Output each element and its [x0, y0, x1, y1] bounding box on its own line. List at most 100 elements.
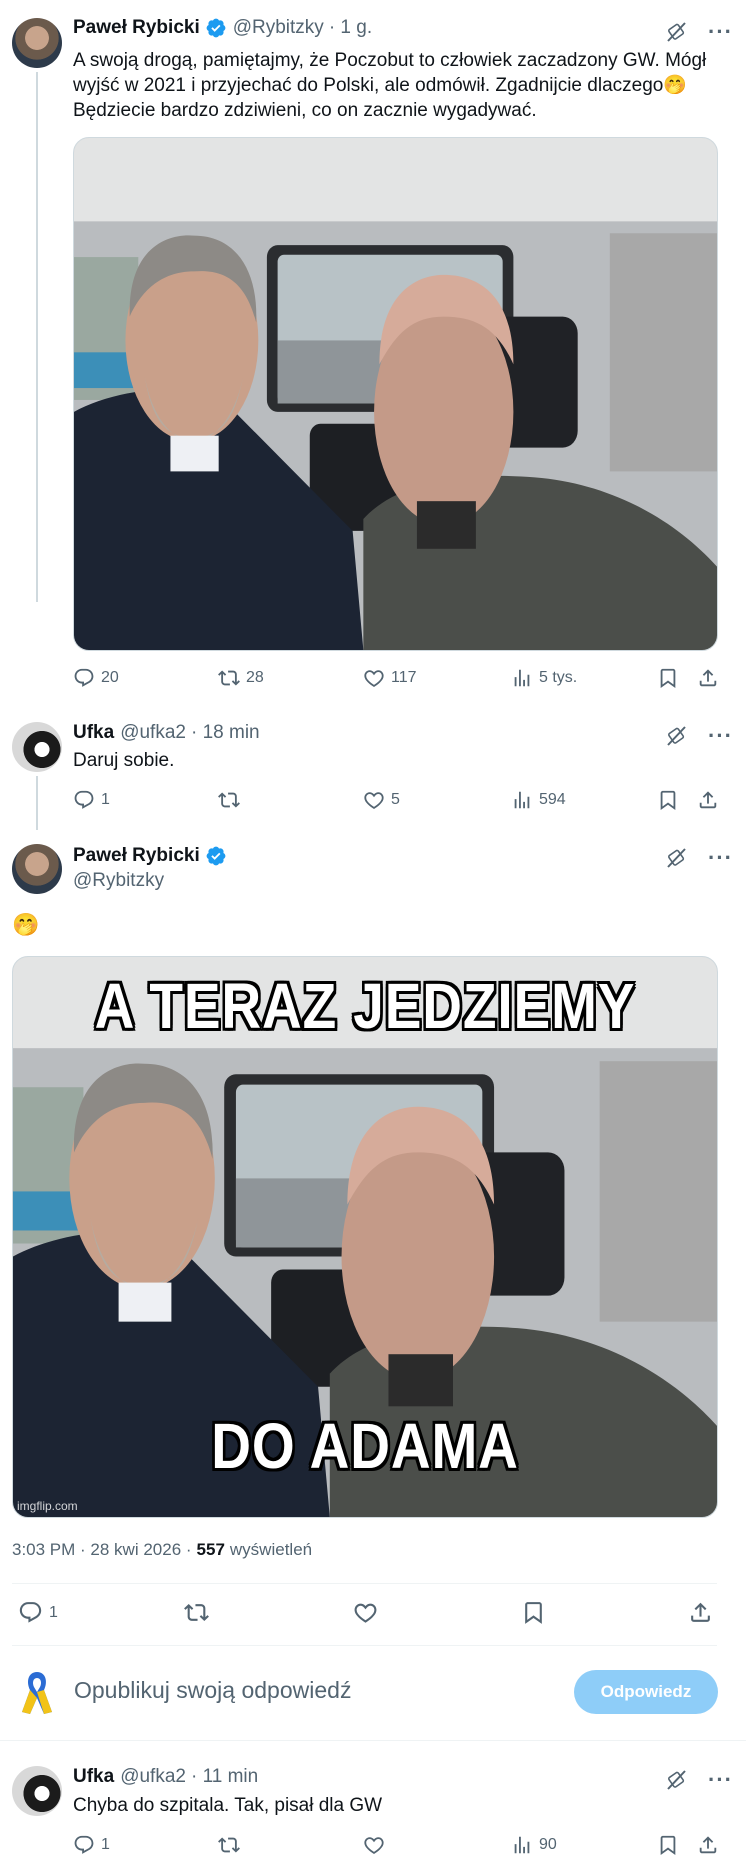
bookmark-button[interactable] — [657, 1834, 679, 1856]
share-button[interactable] — [697, 667, 719, 689]
reply-count: 20 — [101, 669, 119, 686]
tweet-header-actions: ··· — [664, 20, 733, 44]
views-label: wyświetleń — [229, 1540, 313, 1559]
avatar[interactable] — [12, 722, 62, 772]
repost-button[interactable]: 28 — [218, 667, 264, 689]
grok-icon[interactable] — [664, 20, 688, 44]
reply-icon — [73, 667, 95, 689]
tweet-text-line: wyjść w 2021 i przyjechać do Polski, ale… — [73, 75, 687, 96]
reply-button[interactable]: 20 — [73, 667, 119, 689]
grok-icon[interactable] — [664, 846, 688, 870]
tweet-photo[interactable] — [73, 137, 718, 651]
meme-image[interactable]: A TERAZ JEDZIEMY DO ADAMA imgflip.com — [12, 956, 718, 1518]
author-name[interactable]: Paweł Rybicki — [73, 17, 200, 39]
more-options-icon[interactable]: ··· — [708, 1769, 733, 1791]
grok-icon[interactable] — [664, 724, 688, 748]
like-button[interactable] — [353, 1600, 378, 1625]
tweet-header-actions: ··· — [664, 1768, 733, 1792]
author-handle[interactable]: @Rybitzky — [73, 870, 164, 892]
tweet-header: Paweł Rybicki — [73, 845, 233, 867]
share-button[interactable] — [697, 789, 719, 811]
tweet-text: A swoją drogą, pamiętajmy, że Poczobut t… — [73, 48, 723, 123]
like-icon — [363, 667, 385, 689]
more-options-icon[interactable]: ··· — [708, 725, 733, 747]
tweet-text-line: A swoją drogą, pamiętajmy, że Poczobut t… — [73, 50, 707, 71]
author-handle[interactable]: @ufka2 — [120, 722, 186, 744]
author-handle[interactable]: @Rybitzky — [233, 17, 324, 39]
more-options-icon[interactable]: ··· — [708, 847, 733, 869]
more-options-icon[interactable]: ··· — [708, 21, 733, 43]
like-button[interactable] — [363, 1834, 385, 1856]
tweet-header: Ufka @ufka2 · 18 min — [73, 722, 260, 744]
reply-count: 1 — [101, 791, 110, 808]
tweet-time[interactable]: · 11 min — [191, 1766, 258, 1788]
views-button[interactable]: 594 — [511, 789, 566, 811]
tweet-header: Paweł Rybicki @Rybitzky · 1 g. — [73, 17, 372, 39]
divider — [0, 1740, 746, 1741]
photo-image — [74, 138, 717, 650]
tweet-text: Daruj sobie. — [73, 750, 175, 771]
thread-line — [36, 776, 38, 830]
repost-icon — [218, 667, 240, 689]
bookmark-button[interactable] — [521, 1600, 546, 1625]
bookmark-icon — [657, 1834, 679, 1856]
like-icon — [353, 1600, 378, 1625]
bookmark-icon — [521, 1600, 546, 1625]
timestamp[interactable]: 3:03 PM · 28 kwi 2026 · — [12, 1540, 192, 1560]
repost-icon — [218, 789, 240, 811]
like-icon — [363, 1834, 385, 1856]
divider — [12, 1645, 717, 1646]
tweet-time[interactable]: · 1 g. — [329, 17, 372, 39]
view-count: 557 — [196, 1540, 225, 1559]
tweet-text: 🤭 — [12, 912, 40, 937]
like-count: 5 — [391, 791, 400, 808]
author-name[interactable]: Ufka — [73, 1766, 114, 1788]
bookmark-button[interactable] — [657, 667, 679, 689]
repost-button[interactable] — [218, 1834, 240, 1856]
watermark: imgflip.com — [17, 1499, 78, 1513]
views-icon — [511, 789, 533, 811]
share-button[interactable] — [697, 1834, 719, 1856]
reply-count: 1 — [49, 1603, 58, 1621]
share-icon — [697, 1834, 719, 1856]
like-button[interactable]: 5 — [363, 789, 400, 811]
reply-button[interactable]: 1 — [18, 1600, 58, 1625]
avatar[interactable] — [12, 18, 62, 68]
ukraine-ribbon-icon — [22, 1672, 52, 1714]
reply-count: 1 — [101, 1836, 110, 1853]
avatar[interactable] — [12, 1766, 62, 1816]
share-button[interactable] — [688, 1600, 713, 1625]
tweet-header-actions: ··· — [664, 724, 733, 748]
tweet-meta: 3:03 PM · 28 kwi 2026 · 557 wyświetleń — [12, 1540, 312, 1560]
timeline: Paweł Rybicki @Rybitzky · 1 g. ··· A swo… — [0, 0, 746, 1872]
meme-bottom-text: DO ADAMA — [211, 1410, 519, 1482]
reply-submit-button[interactable]: Odpowiedz — [574, 1670, 718, 1714]
reply-input[interactable]: Opublikuj swoją odpowiedź — [74, 1677, 351, 1704]
bookmark-button[interactable] — [657, 789, 679, 811]
repost-count: 28 — [246, 669, 264, 686]
reply-button[interactable]: 1 — [73, 789, 110, 811]
tweet-text: Chyba do szpitala. Tak, pisał dla GW — [73, 1795, 383, 1816]
repost-button[interactable] — [218, 789, 246, 811]
bookmark-icon — [657, 789, 679, 811]
tweet-header-actions: ··· — [664, 846, 733, 870]
avatar[interactable] — [12, 844, 62, 894]
reply-icon — [73, 789, 95, 811]
share-icon — [697, 789, 719, 811]
meme-top-text: A TERAZ JEDZIEMY — [94, 970, 636, 1042]
repost-button[interactable] — [184, 1600, 209, 1625]
tweet-actions: 1 90 — [73, 1834, 723, 1862]
author-name[interactable]: Paweł Rybicki — [73, 845, 200, 867]
grok-icon[interactable] — [664, 1768, 688, 1792]
divider — [12, 1583, 717, 1584]
views-icon — [511, 1834, 533, 1856]
reply-button[interactable]: 1 — [73, 1834, 110, 1856]
tweet-time[interactable]: · 18 min — [191, 722, 260, 744]
views-button[interactable]: 5 tys. — [511, 667, 577, 689]
views-button[interactable]: 90 — [511, 1834, 557, 1856]
like-button[interactable]: 117 — [363, 667, 417, 689]
tweet-text-line: Będziecie bardzo zdziwieni, co on zaczni… — [73, 100, 537, 121]
author-handle[interactable]: @ufka2 — [120, 1766, 186, 1788]
repost-icon — [218, 1834, 240, 1856]
author-name[interactable]: Ufka — [73, 722, 114, 744]
